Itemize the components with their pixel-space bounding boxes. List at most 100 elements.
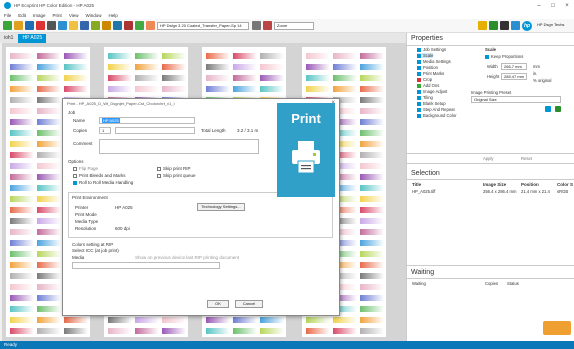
- skip-queue-checkbox[interactable]: [157, 174, 161, 178]
- menu-view[interactable]: View: [69, 13, 79, 18]
- technology-settings-button[interactable]: Technology Settings...: [197, 203, 245, 211]
- zoom-select[interactable]: Zoom: [274, 21, 314, 30]
- reset-tab[interactable]: Reset: [521, 156, 532, 161]
- close-window-icon[interactable]: ×: [560, 3, 574, 9]
- delete-icon[interactable]: [263, 21, 272, 30]
- tab-hp-a025[interactable]: HP A025: [18, 34, 47, 43]
- media-icon: [417, 59, 421, 64]
- minimize-icon[interactable]: –: [532, 3, 546, 9]
- bleeds-label: Print Bleeds and Marks: [79, 173, 126, 178]
- list-icon[interactable]: [545, 106, 551, 112]
- open-icon[interactable]: [14, 21, 23, 30]
- maximize-icon[interactable]: □: [546, 3, 560, 9]
- fit-icon[interactable]: [91, 21, 100, 30]
- copies-select[interactable]: [115, 127, 195, 134]
- prop-item-adjust[interactable]: Image Adjust: [417, 89, 447, 94]
- notification-badge[interactable]: [543, 321, 571, 335]
- crop-small-icon: [417, 77, 421, 82]
- print-banner: Print: [277, 103, 335, 197]
- color-swatch-strip: [108, 53, 132, 59]
- color-swatch-strip: [233, 328, 257, 334]
- crop-icon[interactable]: [124, 21, 133, 30]
- media-select[interactable]: [72, 262, 220, 269]
- prop-item-marks[interactable]: Print Marks: [417, 71, 444, 76]
- waiting-title: Waiting: [411, 269, 435, 276]
- prop-item-background[interactable]: Background Color: [417, 113, 457, 118]
- menu-print[interactable]: Print: [53, 13, 62, 18]
- grid-icon[interactable]: [113, 21, 122, 30]
- color-swatch-strip: [10, 240, 34, 246]
- blank-icon: [417, 101, 421, 106]
- color-swatch-strip: [10, 174, 34, 180]
- color-swatch-strip: [360, 251, 384, 257]
- width-input[interactable]: 266.7 mm: [501, 63, 527, 70]
- color-swatch-strip: [306, 64, 330, 70]
- menu-file[interactable]: File: [4, 13, 11, 18]
- ok-button[interactable]: OK: [207, 300, 229, 308]
- prop-item-scale[interactable]: Scale: [417, 53, 434, 58]
- tile-icon[interactable]: [135, 21, 144, 30]
- color-swatch-strip: [10, 185, 34, 191]
- flip-page-label: Flip Page: [79, 166, 99, 171]
- printer-select[interactable]: HP Dsgn Techs: [535, 22, 571, 30]
- prop-item-tiling[interactable]: Tiling: [417, 95, 433, 100]
- flip-page-checkbox[interactable]: [73, 167, 77, 171]
- unit-in[interactable]: in.: [533, 71, 537, 76]
- apply-tab[interactable]: Apply: [483, 156, 493, 161]
- unit-pct[interactable]: % original: [533, 78, 551, 83]
- keep-proportions-checkbox[interactable]: [485, 55, 489, 59]
- sun-icon[interactable]: [478, 21, 487, 30]
- gear-icon[interactable]: [489, 21, 498, 30]
- selection-row-title[interactable]: HP_A025.tiff: [412, 189, 435, 194]
- print-icon[interactable]: [36, 21, 45, 30]
- total-length-value: 3.2 / 3.1 m: [237, 128, 259, 133]
- link-icon[interactable]: [511, 21, 520, 30]
- add-icon[interactable]: [555, 106, 561, 112]
- color-swatch-strip: [37, 251, 61, 257]
- cancel-button[interactable]: Cancel: [235, 300, 263, 308]
- color-icon[interactable]: [146, 21, 155, 30]
- tab-ioh1[interactable]: ioh1: [0, 34, 17, 43]
- zoom-icon[interactable]: [80, 21, 89, 30]
- menu-help[interactable]: Help: [109, 13, 118, 18]
- color-swatch-strip: [360, 317, 384, 323]
- menu-edit[interactable]: Edit: [18, 13, 26, 18]
- settings-icon[interactable]: [252, 21, 261, 30]
- unit-mm[interactable]: mm: [533, 64, 540, 69]
- color-swatch-strip: [306, 75, 330, 81]
- prop-item-job-settings[interactable]: Job Settings: [417, 47, 446, 52]
- rip-icon[interactable]: [47, 21, 56, 30]
- layout-icon[interactable]: [58, 21, 67, 30]
- prop-item-blank[interactable]: Blank Setup: [417, 101, 446, 106]
- new-icon[interactable]: [3, 21, 12, 30]
- rotate-icon[interactable]: [102, 21, 111, 30]
- skip-rip-checkbox[interactable]: [157, 167, 161, 171]
- menu-window[interactable]: Window: [86, 13, 102, 18]
- height-input[interactable]: 285.47 mm: [501, 73, 527, 80]
- roll-checkbox[interactable]: [73, 181, 77, 185]
- color-swatch-strip: [306, 86, 330, 92]
- color-swatch-strip: [360, 108, 384, 114]
- prop-item-crop[interactable]: Crop: [417, 77, 432, 82]
- color-swatch-strip: [360, 207, 384, 213]
- save-icon[interactable]: [25, 21, 34, 30]
- color-swatch-strip: [206, 75, 230, 81]
- move-icon[interactable]: [69, 21, 78, 30]
- monitor-icon[interactable]: [500, 21, 509, 30]
- image-preset-select[interactable]: Original Size: [471, 96, 561, 103]
- label-printer: Printer: [75, 205, 89, 210]
- profile-select[interactable]: HP Dsfgn 3 20 Coated_Transfer_Paper-Sp 1…: [157, 21, 249, 30]
- prop-item-position[interactable]: Position: [417, 65, 438, 70]
- color-swatch-strip: [37, 86, 61, 92]
- copies-stepper[interactable]: 1: [99, 127, 111, 134]
- label-comment: Comment: [73, 141, 93, 146]
- status-bar: Ready: [0, 341, 574, 349]
- name-field[interactable]: HP A025: [99, 117, 195, 124]
- prop-item-step[interactable]: Step And Repeat: [417, 107, 455, 112]
- prop-item-media[interactable]: Media Settings: [417, 59, 451, 64]
- hp-logo-icon: hp: [522, 20, 532, 31]
- prop-item-addons[interactable]: Add Ons: [417, 83, 439, 88]
- comment-field[interactable]: [99, 139, 259, 154]
- bleeds-checkbox[interactable]: [73, 174, 77, 178]
- menu-image[interactable]: Image: [33, 13, 46, 18]
